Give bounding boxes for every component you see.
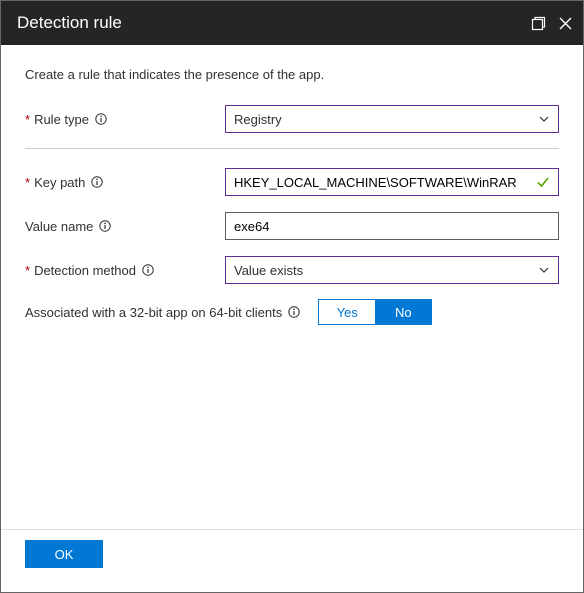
toggle-no[interactable]: No	[375, 300, 431, 324]
info-icon[interactable]	[142, 264, 154, 276]
checkmark-icon	[536, 175, 550, 189]
label-value-name: Value name	[25, 219, 225, 234]
intro-text: Create a rule that indicates the presenc…	[25, 67, 559, 82]
label-text: Value name	[25, 219, 93, 234]
chevron-down-icon	[538, 264, 550, 276]
ok-button[interactable]: OK	[25, 540, 103, 568]
dialog-header: Detection rule	[1, 1, 583, 45]
key-path-input[interactable]	[234, 175, 526, 190]
label-text: Key path	[34, 175, 85, 190]
row-associated: Associated with a 32-bit app on 64-bit c…	[25, 299, 559, 325]
info-icon[interactable]	[288, 306, 300, 318]
label-detection-method: * Detection method	[25, 263, 225, 278]
field-detection-method: Value exists	[225, 256, 559, 284]
restore-icon[interactable]	[531, 16, 546, 31]
detection-method-select[interactable]: Value exists	[225, 256, 559, 284]
field-value-name	[225, 212, 559, 240]
header-icons	[531, 16, 573, 31]
label-text: Associated with a 32-bit app on 64-bit c…	[25, 305, 282, 320]
chevron-down-icon	[538, 113, 550, 125]
value-name-input[interactable]	[234, 219, 526, 234]
select-value: Value exists	[234, 263, 303, 278]
dialog-title: Detection rule	[17, 13, 531, 33]
row-rule-type: * Rule type Registry	[25, 104, 559, 134]
close-icon[interactable]	[558, 16, 573, 31]
info-icon[interactable]	[95, 113, 107, 125]
value-name-input-wrapper	[225, 212, 559, 240]
toggle-group: Yes No	[318, 299, 432, 325]
toggle-yes[interactable]: Yes	[319, 300, 375, 324]
required-asterisk: *	[25, 112, 30, 127]
info-icon[interactable]	[91, 176, 103, 188]
label-text: Rule type	[34, 112, 89, 127]
dialog-footer: OK	[1, 529, 583, 592]
rule-type-select[interactable]: Registry	[225, 105, 559, 133]
label-text: Detection method	[34, 263, 136, 278]
label-key-path: * Key path	[25, 175, 225, 190]
field-key-path	[225, 168, 559, 196]
field-rule-type: Registry	[225, 105, 559, 133]
key-path-input-wrapper	[225, 168, 559, 196]
row-key-path: * Key path	[25, 167, 559, 197]
label-rule-type: * Rule type	[25, 112, 225, 127]
row-detection-method: * Detection method Value exists	[25, 255, 559, 285]
select-value: Registry	[234, 112, 282, 127]
row-value-name: Value name	[25, 211, 559, 241]
required-asterisk: *	[25, 263, 30, 278]
required-asterisk: *	[25, 175, 30, 190]
divider	[25, 148, 559, 149]
info-icon[interactable]	[99, 220, 111, 232]
dialog-content: Create a rule that indicates the presenc…	[1, 45, 583, 529]
label-associated: Associated with a 32-bit app on 64-bit c…	[25, 305, 300, 320]
